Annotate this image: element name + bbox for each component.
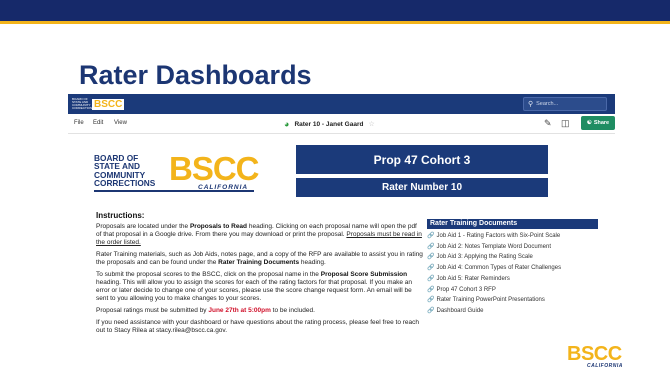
site-navbar: BOARD OF STATE AND COMMUNITY CORRECTIONS… (68, 94, 615, 114)
search-icon: ⚲ (528, 101, 534, 108)
text-run: Proposal ratings must be submitted by (96, 307, 209, 314)
document-title-label: Rater 10 - Janet Gaard (294, 120, 364, 128)
site-search[interactable]: ⚲ (523, 97, 607, 111)
link-label: Dashboard Guide (436, 307, 484, 314)
cohort-banner: Prop 47 Cohort 3 (296, 145, 548, 174)
link-label: Job Aid 5: Rater Reminders (436, 275, 510, 282)
link-icon: 🔗 (427, 307, 435, 314)
star-icon[interactable]: ☆ (368, 120, 374, 128)
preview-icon[interactable]: ◫ (561, 118, 570, 129)
instructions-paragraph: Proposals are located under the Proposal… (96, 223, 424, 247)
link-icon: 🔗 (427, 297, 435, 304)
site-logo[interactable]: BOARD OF STATE AND COMMUNITY CORRECTIONS… (72, 97, 125, 110)
slide-title: Rater Dashboards (79, 60, 312, 90)
text-run: heading. This will allow you to assign t… (96, 279, 413, 302)
link-label: Prop 47 Cohort 3 RFP (436, 286, 496, 293)
link-label: Rater Training PowerPoint Presentations (436, 297, 545, 304)
site-status-icon: ◕ (284, 119, 290, 129)
instructions-paragraph: Rater Training materials, such as Job Ai… (96, 251, 424, 267)
menu-view[interactable]: View (114, 120, 127, 126)
corner-logo-letters: BSCC (567, 343, 622, 365)
link-icon: 🔗 (427, 243, 435, 250)
training-documents-list: 🔗 Job Aid 1 - Rating Factors with Six-Poi… (427, 231, 598, 317)
text-run-bold: Proposal Score Submission (320, 271, 408, 278)
editor-toolbar: File Edit View ◕ Rater 10 - Janet Gaard … (68, 114, 615, 134)
link-icon: 🔗 (427, 286, 435, 293)
text-run: to be included. (270, 307, 315, 314)
bscc-logo: BOARD OF STATE AND COMMUNITY CORRECTIONS… (94, 150, 260, 196)
instructions-section: Instructions: Proposals are located unde… (96, 212, 424, 339)
instructions-paragraph: To submit the proposal scores to the BSC… (96, 271, 424, 303)
link-label: Job Aid 2: Notes Template Word Document (436, 243, 551, 250)
site-logo-small: BOARD OF STATE AND COMMUNITY CORRECTIONS (72, 97, 95, 110)
text-run-bold: Proposals to Read (189, 223, 248, 230)
deadline-text: June 27th at 5:00pm (208, 307, 271, 314)
menu-file[interactable]: File (74, 120, 84, 126)
training-doc-link[interactable]: 🔗 Job Aid 3: Applying the Rating Scale (427, 252, 598, 263)
training-doc-link[interactable]: 🔗 Job Aid 5: Rater Reminders (427, 274, 598, 285)
document-title[interactable]: ◕ Rater 10 - Janet Gaard ☆ (284, 119, 375, 129)
training-doc-link[interactable]: 🔗 Job Aid 4: Common Types of Rater Challe… (427, 263, 598, 274)
text-run-bold: Rater Training Documents (218, 259, 300, 266)
link-label: Job Aid 4: Common Types of Rater Challen… (436, 265, 562, 272)
link-icon: 🔗 (427, 265, 435, 272)
menu-edit[interactable]: Edit (93, 120, 103, 126)
logo-letters: BSCC (169, 150, 260, 187)
share-label: Share (593, 120, 610, 126)
link-label: Job Aid 1 - Rating Factors with Six-Poin… (436, 233, 561, 239)
training-documents-panel: Rater Training Documents 🔗 Job Aid 1 - Ra… (427, 219, 598, 317)
text-run: heading. (299, 259, 326, 266)
search-input[interactable] (536, 101, 607, 107)
text-run: Proposals are located under the (96, 223, 190, 230)
training-doc-link[interactable]: 🔗 Dashboard Guide (427, 306, 598, 317)
link-label: Job Aid 3: Applying the Rating Scale (436, 254, 533, 261)
corner-bscc-logo: BSCC CALIFORNIA (567, 343, 627, 371)
logo-rule (94, 190, 254, 192)
link-icon: 🔗 (427, 275, 435, 282)
instructions-paragraph: Proposal ratings must be submitted by Ju… (96, 307, 424, 315)
training-doc-link[interactable]: 🔗 Job Aid 1 - Rating Factors with Six-Poi… (427, 231, 598, 242)
rater-number-banner: Rater Number 10 (296, 178, 548, 197)
instructions-heading: Instructions: (96, 211, 145, 220)
link-icon: 🔗 (427, 233, 435, 239)
training-doc-link[interactable]: 🔗 Rater Training PowerPoint Presentations (427, 295, 598, 306)
logo-words: BOARD OF STATE AND COMMUNITY CORRECTIONS (94, 154, 155, 188)
corner-logo-state: CALIFORNIA (587, 363, 623, 369)
share-button[interactable]: ☯ Share (581, 116, 615, 130)
training-documents-heading: Rater Training Documents (427, 219, 598, 229)
instructions-paragraph: If you need assistance with your dashboa… (96, 319, 420, 334)
link-icon: 🔗 (427, 254, 435, 261)
share-people-icon: ☯ (586, 120, 592, 126)
site-logo-big: BSCC (92, 98, 125, 110)
training-doc-link[interactable]: 🔗 Prop 47 Cohort 3 RFP (427, 285, 598, 296)
training-doc-link[interactable]: 🔗 Job Aid 2: Notes Template Word Document (427, 242, 598, 253)
logo-word: CORRECTIONS (94, 178, 156, 189)
slide-top-bar (0, 0, 670, 24)
edit-pencil-icon[interactable]: ✎ (544, 118, 552, 129)
text-run: To submit the proposal scores to the BSC… (96, 271, 321, 278)
